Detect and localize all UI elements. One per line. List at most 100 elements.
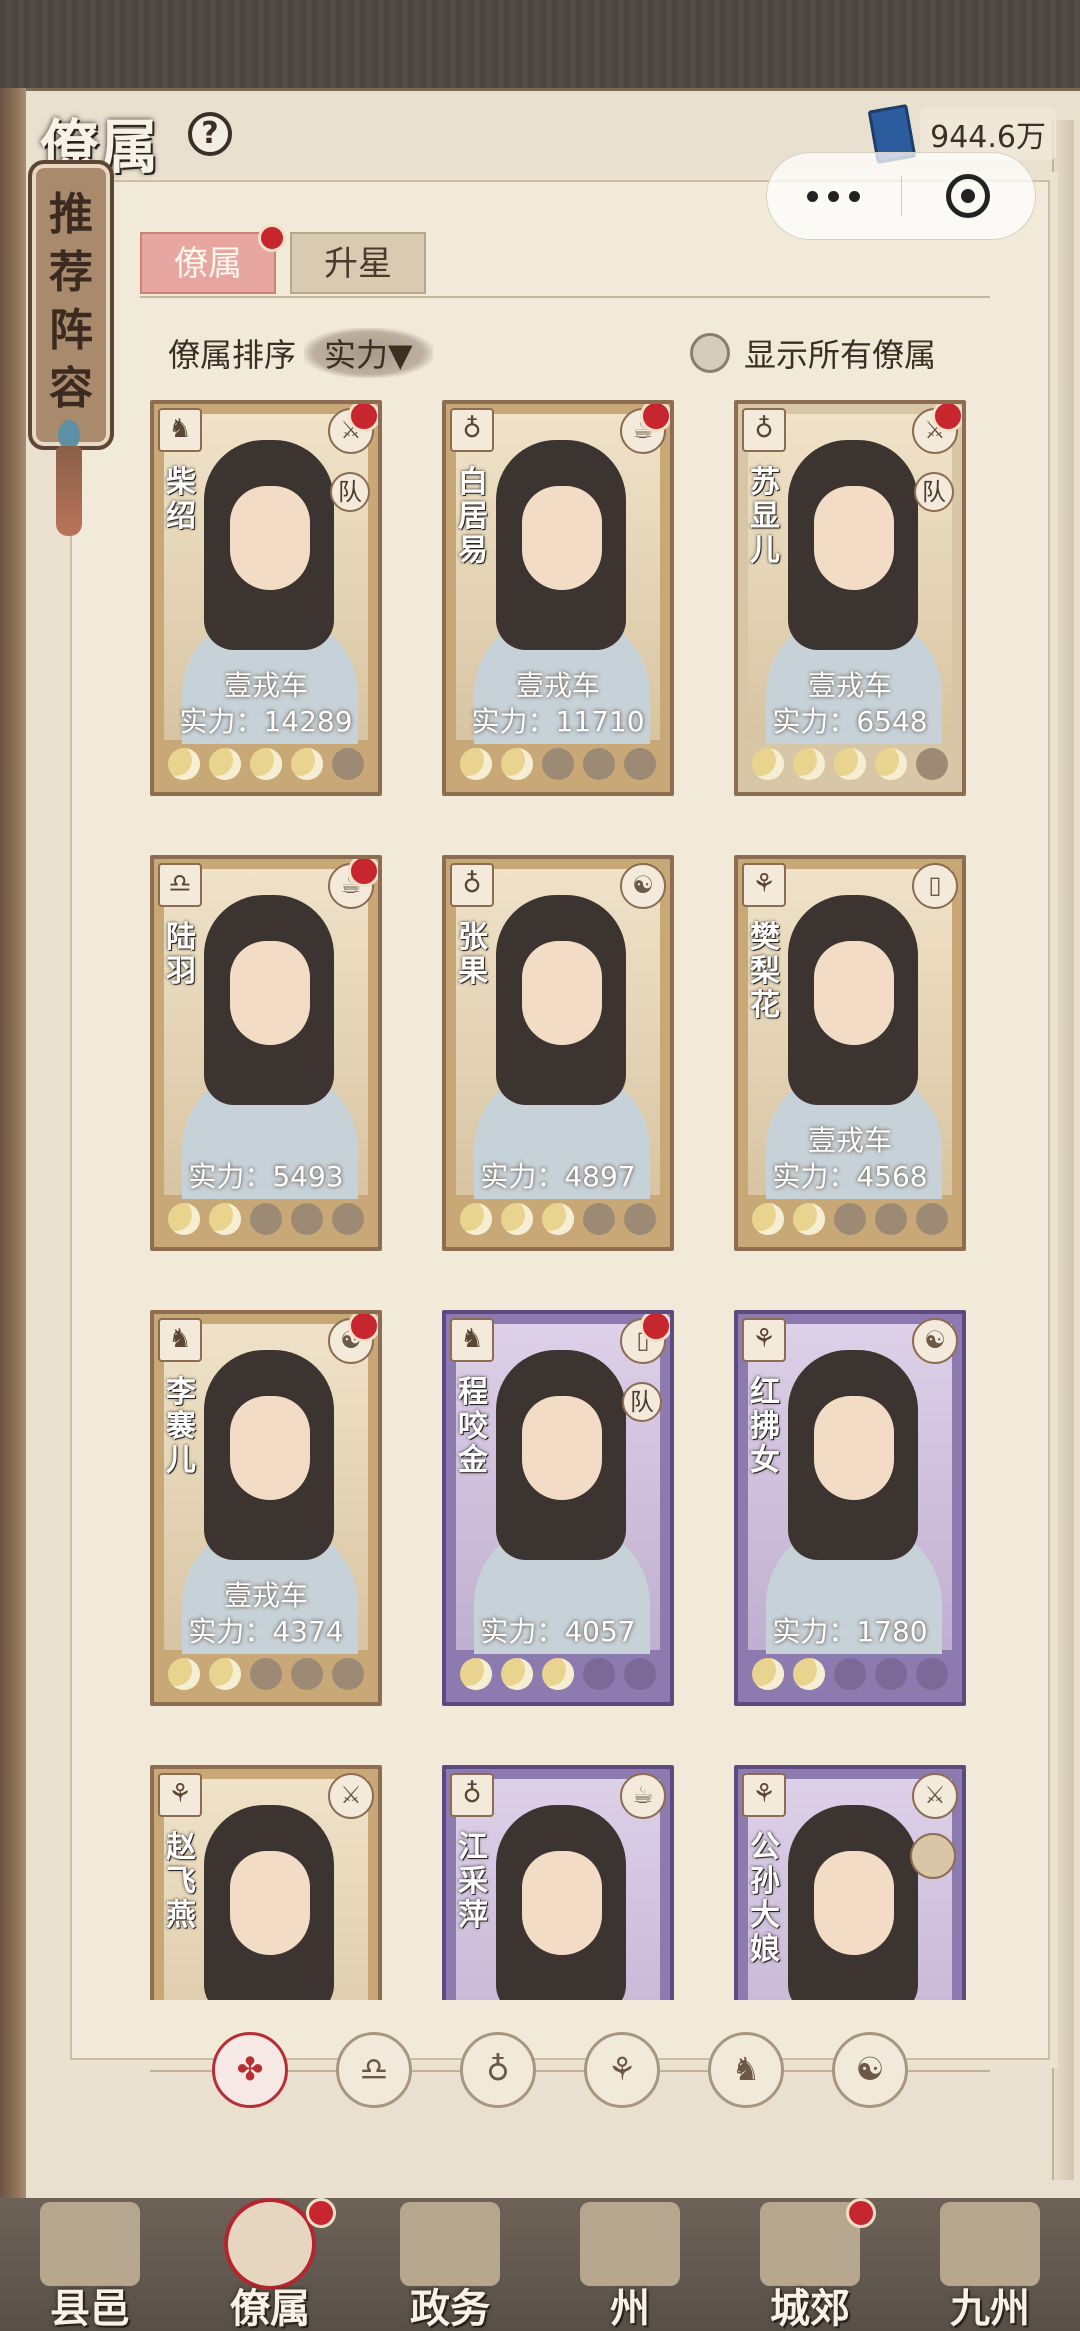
moon-star-icon — [460, 1658, 492, 1690]
retainer-card[interactable]: ⚘ ☯ 红拂女 实力：1780 — [734, 1310, 966, 1706]
mask-icon[interactable]: ☯ — [832, 2032, 908, 2108]
nav-art-icon — [760, 2202, 860, 2286]
retainer-title: 壹戎车 — [807, 669, 892, 702]
retainer-card[interactable]: ♁ ⚔ 队苏显儿 壹戎车 实力：6548 — [734, 400, 966, 796]
retainer-name: 赵飞燕 — [166, 1830, 196, 1933]
nav-item[interactable]: 县邑 — [0, 2198, 180, 2331]
notification-dot — [348, 859, 378, 887]
moon-star-icon — [209, 748, 241, 780]
star-level — [164, 1199, 368, 1239]
fan-icon[interactable]: ⚘ — [584, 2032, 660, 2108]
sort-select[interactable]: 实力▼ — [304, 328, 433, 378]
fan-icon: ⚘ — [742, 863, 786, 907]
monkey-icon: ♞ — [158, 1318, 202, 1362]
close-miniprogram-button[interactable] — [902, 174, 1036, 218]
moon-star-icon — [332, 1658, 364, 1690]
recommended-lineup-banner[interactable]: 推荐阵容 — [28, 160, 114, 450]
moon-star-icon — [542, 1203, 574, 1235]
star-level — [164, 1654, 368, 1694]
moon-star-icon — [834, 748, 866, 780]
show-all-toggle[interactable]: 显示所有僚属 — [690, 330, 936, 376]
tab-label: 僚属 — [174, 244, 242, 284]
retainer-card[interactable]: ♞ ☯ 李褰儿 壹戎车 实力：4374 — [150, 1310, 382, 1706]
nav-art-icon — [940, 2202, 1040, 2286]
retainer-title: 壹戎车 — [223, 669, 308, 702]
retainer-power: 实力：4057 — [480, 1615, 636, 1648]
show-all-radio[interactable] — [690, 333, 730, 373]
star-level — [456, 744, 660, 784]
portrait — [748, 1324, 952, 1654]
retainer-card[interactable]: ⚘ ⚔ 公孙大娘 — [734, 1765, 966, 2000]
miniprogram-capsule — [766, 152, 1036, 240]
retainer-card[interactable]: ♁ ☯ 张果 实力：4897 — [442, 855, 674, 1251]
sword-icon: ⚔ — [912, 1773, 958, 1819]
nav-item[interactable]: 州 — [540, 2198, 720, 2331]
retainer-card[interactable]: ♁ ☕ 白居易 壹戎车 实力：11710 — [442, 400, 674, 796]
nav-item[interactable]: 政务 — [360, 2198, 540, 2331]
yinyang-icon: ☯ — [620, 863, 666, 909]
nav-item[interactable]: 九州 — [900, 2198, 1080, 2331]
nav-art-icon — [40, 2202, 140, 2286]
sort-label: 僚属排序 — [168, 336, 297, 374]
retainer-card[interactable]: ⚘ ⚔ 赵飞燕 — [150, 1765, 382, 2000]
diamond-flower-icon[interactable]: ✤ — [212, 2032, 288, 2108]
moon-star-icon — [168, 748, 200, 780]
retainer-card[interactable]: ⚘ ▯ 樊梨花 壹戎车 实力：4568 — [734, 855, 966, 1251]
gourd-icon[interactable]: ♁ — [460, 2032, 536, 2108]
retainer-grid: ♞ ⚔ 队柴绍 壹戎车 实力：14289 ♁ ☕ 白居易 壹戎车 实力：11710 ♁ ⚔ 队苏显儿 壹戎… — [150, 400, 970, 2000]
yinyang-icon: ☯ — [912, 1318, 958, 1364]
retainer-title: 壹戎车 — [515, 669, 600, 702]
nav-label: 九州 — [950, 2285, 1030, 2331]
bell-icon[interactable]: ♎ — [336, 2032, 412, 2108]
sword-icon: ⚔ — [328, 1773, 374, 1819]
notification-dot — [846, 2198, 876, 2228]
nav-label: 政务 — [410, 2285, 490, 2331]
more-menu-button[interactable] — [767, 190, 901, 202]
tab-upgrade-star[interactable]: 升星 — [290, 232, 426, 294]
moon-star-icon — [209, 1203, 241, 1235]
help-icon[interactable]: ? — [188, 112, 232, 156]
retainer-power: 实力：14289 — [179, 705, 353, 738]
fan-icon: ⚘ — [742, 1773, 786, 1817]
portrait — [456, 1324, 660, 1654]
retainer-power: 实力：4374 — [188, 1615, 344, 1648]
retainer-card[interactable]: ♞ ▯ 队程咬金 实力：4057 — [442, 1310, 674, 1706]
moon-star-icon — [624, 1203, 656, 1235]
nav-label: 县邑 — [50, 2285, 130, 2331]
retainer-name: 苏显儿 — [750, 465, 780, 568]
team-badge: 队 — [330, 472, 370, 512]
retainer-card[interactable]: ♎ ☕ 陆羽 实力：5493 — [150, 855, 382, 1251]
nav-item[interactable]: 城郊 — [720, 2198, 900, 2331]
retainer-name: 李褰儿 — [166, 1375, 196, 1478]
monkey-icon: ♞ — [158, 408, 202, 452]
close-circle-icon — [946, 174, 991, 218]
retainer-card[interactable]: ♞ ⚔ 队柴绍 壹戎车 实力：14289 — [150, 400, 382, 796]
retainer-name: 陆羽 — [166, 920, 196, 989]
portrait — [164, 869, 368, 1199]
tab-bar: 僚属 升星 — [140, 224, 426, 294]
retainer-card[interactable]: ♁ ☕ 江采萍 — [442, 1765, 674, 2000]
star-level — [748, 1654, 952, 1694]
notification-dot — [306, 2198, 336, 2228]
moon-star-icon — [875, 1203, 907, 1235]
moon-star-icon — [209, 1658, 241, 1690]
retainer-power: 实力：6548 — [772, 705, 928, 738]
notification-dot — [258, 224, 286, 252]
notification-dot — [348, 1314, 378, 1342]
moon-star-icon — [168, 1658, 200, 1690]
retainer-name: 江采萍 — [458, 1830, 488, 1933]
gourd-icon: ♁ — [450, 1773, 494, 1817]
tab-retainers[interactable]: 僚属 — [140, 224, 286, 294]
moon-star-icon — [875, 748, 907, 780]
monkey-icon[interactable]: ♞ — [708, 2032, 784, 2108]
portrait — [456, 869, 660, 1199]
nav-item[interactable]: 僚属 — [180, 2198, 360, 2331]
retainer-power: 实力：4568 — [772, 1160, 928, 1193]
gourd-icon: ♁ — [450, 408, 494, 452]
nav-label: 州 — [610, 2285, 650, 2331]
retainer-power: 实力：4897 — [480, 1160, 636, 1193]
gourd-icon: ♁ — [450, 863, 494, 907]
moon-star-icon — [752, 748, 784, 780]
moon-star-icon — [460, 1203, 492, 1235]
bell-icon: ♎ — [158, 863, 202, 907]
